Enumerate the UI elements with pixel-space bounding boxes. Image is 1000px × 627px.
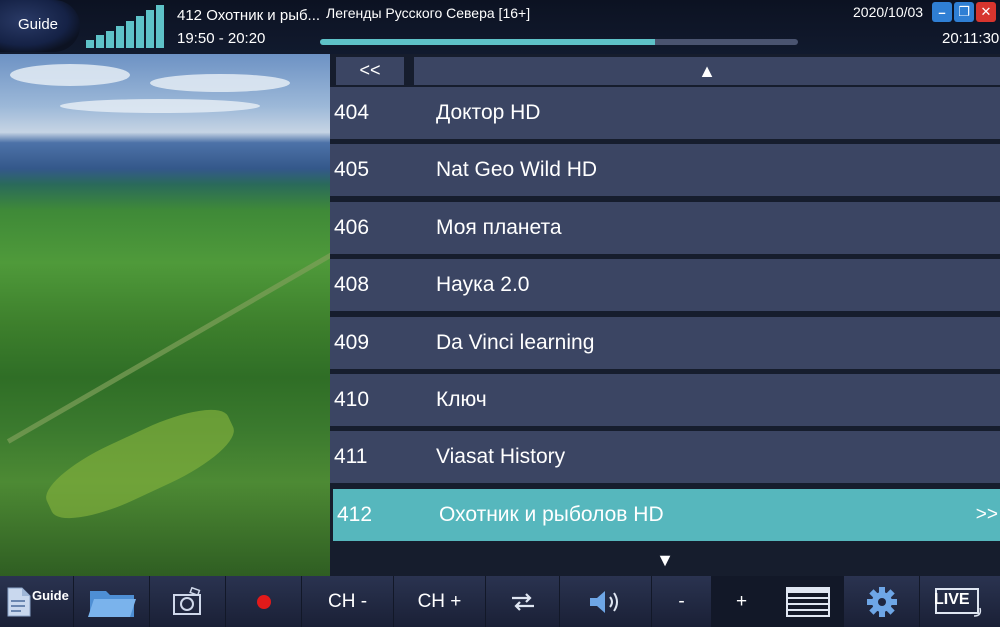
live-button-label: LIVE (934, 591, 970, 608)
record-button[interactable] (226, 576, 302, 627)
folder-button[interactable] (74, 576, 150, 627)
signal-bar (116, 25, 124, 48)
channel-down-button[interactable]: CH - (302, 576, 394, 627)
speaker-icon (589, 590, 618, 613)
channel-name: Охотник и рыболов HD (439, 502, 664, 526)
restore-button[interactable]: ❐ (954, 2, 974, 22)
prev-page-button[interactable]: << (336, 57, 404, 85)
channel-row[interactable]: 409 Da Vinci learning (330, 316, 1000, 369)
channel-number: 412 (337, 502, 373, 526)
channel-name: Наука 2.0 (436, 273, 530, 297)
gear-icon (866, 586, 897, 617)
cloud-shape (60, 99, 260, 113)
signal-bar (106, 30, 114, 48)
signal-bar (156, 4, 164, 48)
channel-name: Nat Geo Wild HD (436, 158, 598, 182)
channel-list-panel: << ▲ 404 Доктор HD 405 Nat Geo Wild HD 406 Мо… (330, 54, 1000, 576)
folder-icon (87, 590, 136, 617)
volume-down-button[interactable]: - (652, 576, 712, 627)
program-name: Легенды Русского Севера [16+] (326, 5, 531, 21)
cloud-shape (150, 74, 290, 92)
signal-strength-icon (86, 2, 172, 48)
program-progress-fill (320, 39, 655, 45)
channel-number: 409 (334, 330, 370, 354)
channel-list-button[interactable] (772, 576, 844, 627)
settings-button[interactable] (844, 576, 920, 627)
channel-number: 405 (334, 158, 370, 182)
bottom-toolbar: Guide CH - CH + - + LIVE (0, 576, 1000, 627)
channel-up-button[interactable]: CH + (394, 576, 486, 627)
channel-row[interactable]: 406 Моя планета (330, 201, 1000, 254)
channel-name: Моя планета (436, 215, 562, 239)
volume-up-button[interactable]: + (712, 576, 772, 627)
close-button[interactable]: ✕ (976, 2, 996, 22)
volume-down-label: - (678, 590, 685, 612)
channel-number: 408 (334, 273, 370, 297)
guide-button[interactable]: Guide (0, 576, 74, 627)
volume-button[interactable] (560, 576, 652, 627)
guide-doc-icon (7, 587, 31, 617)
channel-name: Ключ (436, 388, 487, 411)
channel-row[interactable]: 405 Nat Geo Wild HD (330, 144, 1000, 197)
swap-icon (511, 592, 534, 611)
signal-bar (136, 15, 144, 48)
minimize-button[interactable]: – (932, 2, 952, 22)
date-display: 2020/10/03 (853, 4, 924, 20)
record-icon (256, 594, 271, 609)
channel-row[interactable]: 410 Ключ (330, 374, 1000, 426)
program-progress-bar (320, 39, 798, 45)
program-time-range: 19:50 - 20:20 (177, 30, 266, 47)
list-icon (785, 586, 830, 617)
camera-icon (172, 586, 201, 615)
channel-row[interactable]: 404 Доктор HD (330, 87, 1000, 139)
channel-number: 406 (334, 215, 370, 239)
signal-bar (86, 39, 94, 48)
signal-bar (96, 35, 104, 48)
channel-up-label: CH + (417, 590, 462, 612)
guide-button-label: Guide (32, 588, 69, 603)
clock-display: 20:11:30 (942, 30, 1000, 47)
channel-row[interactable]: 411 Viasat History (330, 431, 1000, 484)
channel-down-label: CH - (327, 590, 368, 612)
channel-name: Доктор HD (436, 101, 541, 124)
current-channel-title: 412 Охотник и рыб... (177, 7, 321, 24)
window-controls: – ❐ ✕ (932, 2, 996, 22)
volume-up-label: + (735, 590, 748, 612)
scroll-down-button[interactable]: ▼ (330, 546, 1000, 574)
top-bar: Guide 412 Охотник и рыб... 19:50 - 20:20… (0, 0, 1000, 54)
channel-number: 410 (334, 388, 370, 411)
video-preview[interactable] (0, 54, 330, 576)
channel-name: Da Vinci learning (436, 330, 595, 354)
guide-orb-button[interactable]: Guide (0, 0, 80, 52)
signal-bar (126, 21, 134, 48)
channel-name: Viasat History (436, 445, 566, 469)
guide-orb-label: Guide (18, 16, 59, 33)
channel-details-button[interactable]: >> (970, 504, 1000, 526)
screenshot-button[interactable] (150, 576, 226, 627)
cloud-shape (10, 64, 130, 86)
channel-number: 411 (334, 445, 368, 469)
channel-row[interactable]: 408 Наука 2.0 (330, 259, 1000, 312)
scroll-up-button[interactable]: ▲ (414, 57, 1000, 85)
live-button[interactable]: LIVE (920, 576, 998, 627)
clearing-shape (36, 394, 244, 534)
channel-number: 404 (334, 101, 370, 124)
swap-button[interactable] (486, 576, 560, 627)
signal-bar (146, 10, 154, 48)
road-shape (6, 229, 330, 444)
channel-row-selected[interactable]: 412 Охотник и рыболов HD >> (333, 488, 1000, 541)
